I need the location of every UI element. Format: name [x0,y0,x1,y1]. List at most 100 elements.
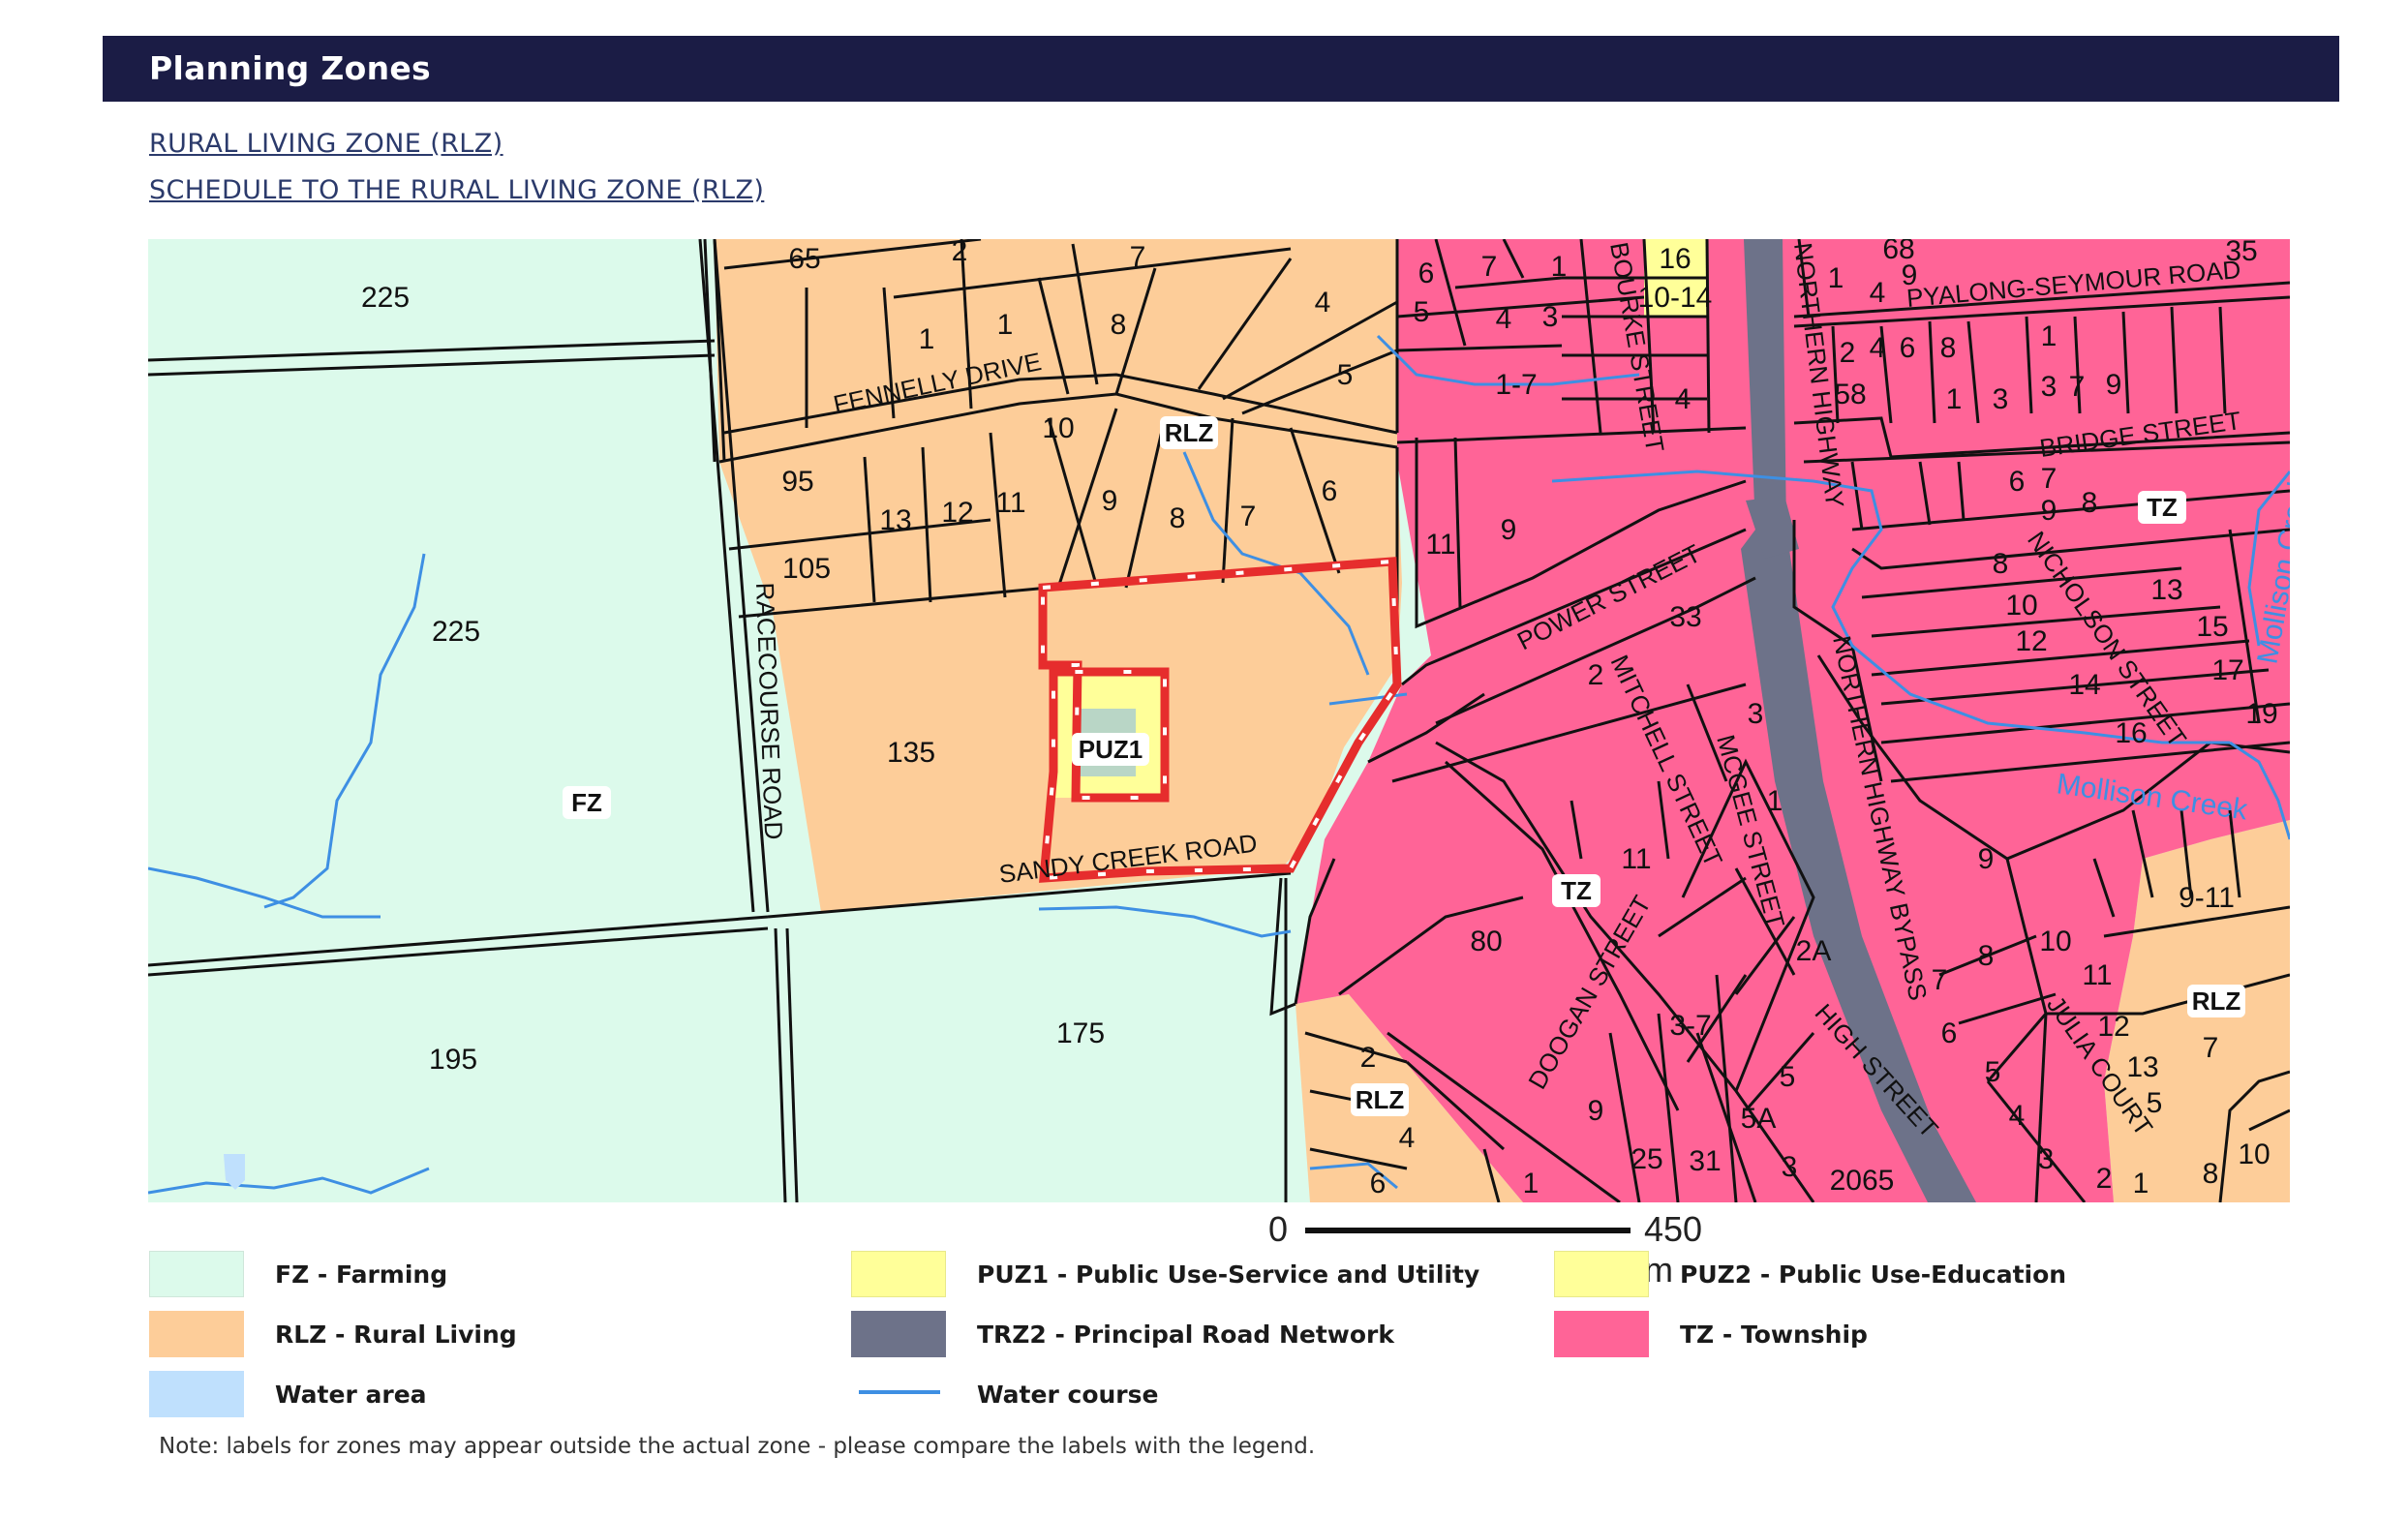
parcel-number: 1 [1523,1168,1539,1199]
parcel-number: 3 [1748,698,1764,730]
parcel-number: 8 [1993,548,2009,580]
parcel-number: 19 [2245,698,2277,730]
legend-swatch-puz1 [851,1251,946,1297]
parcel-number: 8 [1978,940,1995,972]
parcel-number: 8 [2082,487,2098,519]
parcel-number: 10 [2238,1138,2270,1170]
parcel-number: 2065 [1830,1165,1895,1197]
parcel-number: 5A [1741,1103,1777,1135]
parcel-number: 13 [2126,1051,2158,1083]
parcel-number: 10 [2005,590,2037,622]
parcel-number: 1 [1828,262,1844,294]
parcel-number: 31 [1689,1145,1721,1177]
parcel-number: 3 [1542,301,1559,333]
parcel-number: 1 [919,323,935,355]
parcel-number: 12 [941,497,973,529]
link-rural-living-zone[interactable]: RURAL LIVING ZONE (RLZ) [149,129,503,159]
parcel-number: 6 [1418,258,1435,289]
parcel-number: 11 [2082,959,2112,991]
parcel-number: 4 [1496,303,1512,335]
water-course-line-icon [859,1390,940,1394]
link-schedule-rural-living-zone[interactable]: SCHEDULE TO THE RURAL LIVING ZONE (RLZ) [149,175,764,205]
parcel-number: 6 [1941,1017,1958,1049]
zone-label: TZ [1561,876,1592,905]
zone-label: RLZ [1356,1085,1405,1114]
parcel-number: 15 [2196,611,2228,643]
parcel-number: 7 [1130,241,1146,273]
parcel-number: 4 [1399,1122,1416,1154]
section-header: Planning Zones [103,36,2339,102]
parcel-number: 3 [2038,1143,2055,1175]
parcel-number: 16 [2115,717,2147,749]
parcel-number: 33 [1669,601,1701,633]
legend-swatch-tz [1554,1311,1649,1357]
parcel-number: 65 [788,243,820,275]
legend-swatch-rlz [149,1311,244,1357]
parcel-number: 7 [1240,501,1257,532]
parcel-number: 10 [2039,926,2071,957]
parcel-number: 11 [1621,843,1651,875]
section-title: Planning Zones [149,49,431,87]
legend-label-water-course: Water course [977,1381,1159,1409]
parcel-number: 17 [2211,654,2243,686]
zone-label: RLZ [2192,987,2241,1016]
zone-label-note: Note: labels for zones may appear outsid… [159,1434,1316,1459]
parcel-number: 3 [1782,1151,1798,1183]
parcel-number: 95 [781,466,813,498]
parcel-number: 4 [1870,332,1886,364]
parcel-number: 135 [887,737,935,769]
zone-label: RLZ [1165,418,1214,447]
parcel-number: 9 [1102,485,1118,517]
parcel-number: 5 [1414,296,1430,328]
parcel-number: 16 [1659,243,1691,275]
parcel-number: 4 [1315,287,1331,319]
scale-zero-label: 0 [1268,1209,1289,1249]
parcel-number: 12 [2015,625,2047,657]
parcel-number: 25 [1631,1143,1662,1175]
legend-label-puz2: PUZ2 - Public Use-Education [1680,1260,2067,1289]
parcel-number: 7 [2069,371,2086,403]
parcel-number: 2 [1840,337,1856,369]
parcel-number: 9 [1978,843,1995,875]
parcel-number: 7 [2203,1032,2219,1064]
parcel-number: 7 [2041,463,2057,495]
parcel-number: 3 [2041,371,2057,403]
parcel-number: 10-14 [1638,282,1713,314]
parcel-number: 225 [432,616,480,648]
scale-line [1305,1228,1631,1233]
parcel-number: 9 [2041,495,2057,527]
legend-label-fz: FZ - Farming [275,1260,448,1289]
parcel-number: 2 [1360,1042,1377,1074]
parcel-number: 175 [1056,1017,1105,1049]
parcel-number: 14 [2068,669,2100,701]
parcel-number: 2 [952,239,968,267]
legend-label-trz2: TRZ2 - Principal Road Network [977,1321,1395,1349]
parcel-number: 105 [782,553,831,585]
parcel-number: 13 [2150,574,2182,606]
parcel-number: 8 [1111,309,1127,341]
parcel-number: 11 [1425,529,1455,561]
zone-label: PUZ1 [1079,735,1143,764]
parcel-number: 8 [2203,1158,2219,1190]
parcel-number: 6 [1900,332,1916,364]
zone-label: TZ [2147,493,2178,522]
parcel-number: 6 [1322,475,1338,507]
parcel-number: 6 [2009,466,2026,498]
legend-label-tz: TZ - Township [1680,1321,1868,1349]
parcel-number: 9 [2106,369,2122,401]
legend-swatch-puz2 [1554,1251,1649,1297]
parcel-number: 9-11 [2179,882,2235,914]
parcel-number: 6 [1370,1168,1387,1199]
legend-label-water-area: Water area [275,1381,427,1409]
parcel-number: 2A [1796,935,1832,967]
parcel-number: 58 [1834,379,1866,410]
legend-label-rlz: RLZ - Rural Living [275,1321,517,1349]
parcel-number: 1 [1767,785,1783,817]
parcel-number: 1 [997,309,1014,341]
parcel-number: 7 [1932,964,1948,996]
legend-swatch-water-course [851,1371,946,1417]
parcel-number: 2 [2096,1163,2113,1195]
parcel-number: 9 [1588,1095,1604,1127]
parcel-number: 8 [1940,332,1957,364]
parcel-number: 5 [1985,1056,2001,1088]
